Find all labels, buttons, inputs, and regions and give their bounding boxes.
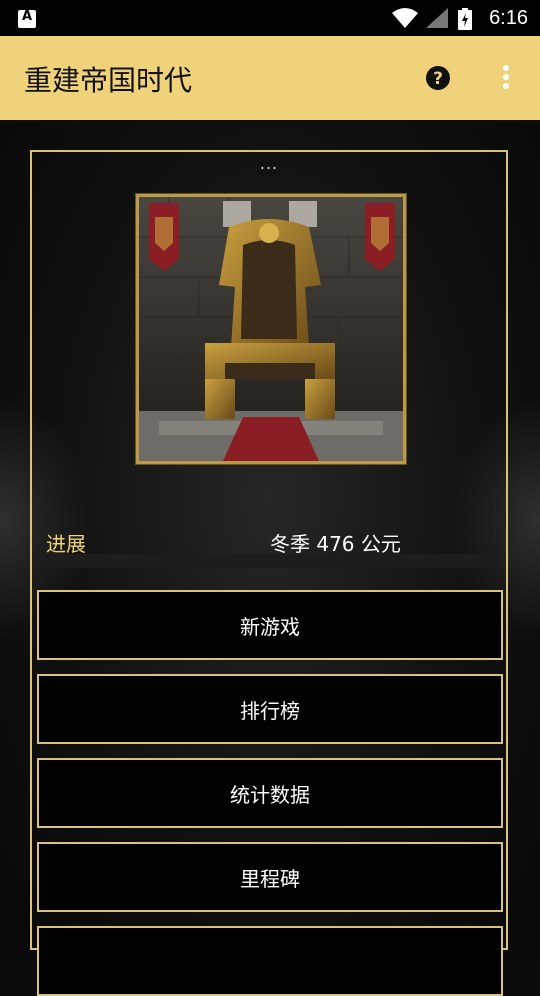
app-bar: 重建帝国时代 (0, 36, 540, 120)
help-circle-icon[interactable]: ? (426, 66, 450, 90)
clock: 6:16 (489, 7, 528, 29)
battery-icon (458, 8, 472, 30)
more-button[interactable] (37, 926, 503, 996)
panel-dots: ... (259, 154, 279, 173)
milestones-button[interactable]: 里程碑 (37, 842, 503, 912)
svg-text:?: ? (433, 69, 443, 89)
app-notification-icon: A (18, 9, 36, 28)
signal-icon (426, 8, 448, 28)
progress-label: 进展 (46, 532, 86, 556)
more-vert-icon[interactable] (496, 64, 516, 94)
progress-value: 冬季 476 公元 (270, 532, 401, 556)
leaderboard-button[interactable]: 排行榜 (37, 674, 503, 744)
app-title: 重建帝国时代 (24, 64, 193, 97)
throne-image (136, 194, 406, 464)
new-game-button[interactable]: 新游戏 (37, 590, 503, 660)
status-bar: A 6:16 (0, 0, 540, 36)
wifi-icon (392, 8, 418, 28)
statistics-button[interactable]: 统计数据 (37, 758, 503, 828)
main-panel: ... 进展 冬季 476 公元 新游戏 排行榜 统计数据 里程碑 (30, 150, 508, 996)
progress-bar (46, 554, 494, 568)
throne-illustration (139, 197, 403, 461)
